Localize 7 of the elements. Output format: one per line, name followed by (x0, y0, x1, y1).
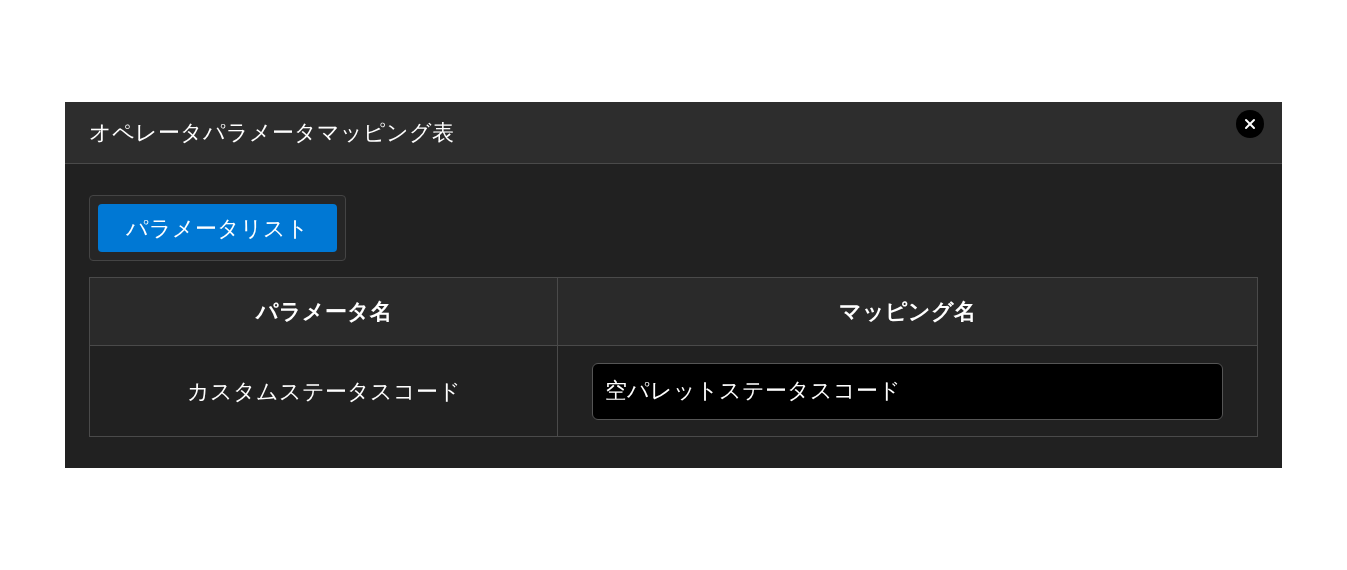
dialog-title: オペレータパラメータマッピング表 (89, 119, 454, 147)
column-header: マッピング名 (839, 299, 976, 324)
close-button[interactable] (1236, 109, 1264, 138)
mapping-input-field[interactable]: 空パレットステータスコード (592, 362, 1223, 420)
column-header: パラメータ名 (255, 299, 392, 324)
tab[interactable]: パラメータリスト (98, 204, 337, 252)
parameter-name: カスタムステータスコード (186, 378, 461, 404)
